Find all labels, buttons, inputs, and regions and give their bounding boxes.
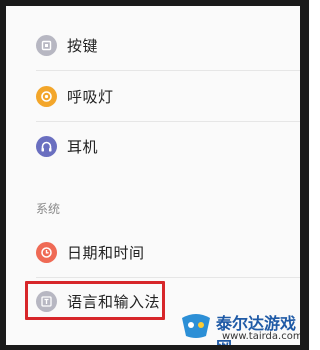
settings-item-label: 耳机 bbox=[67, 137, 99, 156]
frame-border-top bbox=[0, 0, 309, 6]
section-title-system: 系统 bbox=[36, 202, 61, 216]
watermark-brand: 泰尔达游戏网 bbox=[216, 314, 297, 350]
headphones-icon bbox=[36, 135, 57, 157]
settings-item-label: 按键 bbox=[67, 36, 99, 55]
breathing-light-icon bbox=[36, 85, 57, 107]
settings-item-label: 呼吸灯 bbox=[67, 87, 114, 106]
watermark-logo: 泰尔达游戏网 www.tairda.com bbox=[176, 306, 306, 350]
settings-item-breathing-light[interactable]: 呼吸灯 bbox=[6, 71, 300, 121]
settings-screen: 按键 呼吸灯 耳机 系统 日期和时间 语言和输入法 泰尔达游戏网 www.tai… bbox=[0, 0, 309, 350]
frame-border-bottom bbox=[0, 345, 309, 350]
settings-item-label: 日期和时间 bbox=[67, 243, 145, 262]
highlight-box bbox=[25, 281, 165, 320]
watermark-url: www.tairda.com bbox=[222, 331, 303, 342]
settings-item-date-time[interactable]: 日期和时间 bbox=[6, 227, 300, 277]
key-button-icon bbox=[36, 34, 57, 56]
frame-border-left bbox=[0, 0, 6, 350]
game-controller-icon bbox=[182, 314, 210, 338]
frame-border-right bbox=[300, 0, 309, 350]
clock-icon bbox=[36, 241, 57, 263]
settings-item-headphones[interactable]: 耳机 bbox=[6, 121, 300, 171]
settings-item-keys[interactable]: 按键 bbox=[6, 20, 300, 70]
